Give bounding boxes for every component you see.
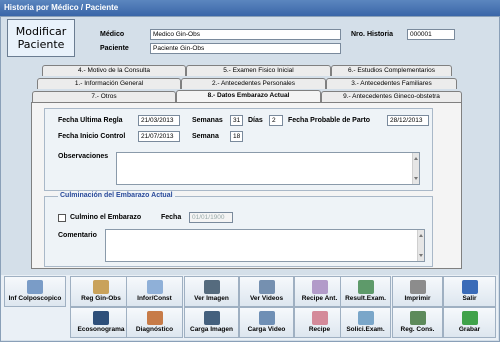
culmino-checkbox[interactable]: [58, 214, 66, 222]
bottom-toolbar: Inf Colposcopico Reg Gin-Obs Infor/Const…: [1, 275, 498, 340]
fpp-field[interactable]: 28/12/2013: [387, 115, 429, 126]
tab-otros[interactable]: 7.- Otros: [32, 91, 176, 102]
culminacion-fecha-label: Fecha: [161, 214, 182, 221]
fpp-label: Fecha Probable de Parto: [288, 117, 371, 124]
dias-label: Días: [248, 117, 263, 124]
culmino-label: Culmino el Embarazo: [70, 214, 142, 221]
tab-gineco-obstetra[interactable]: 9.- Antecedentes Gineco-obstetra: [321, 91, 462, 102]
medico-label: Médico: [100, 31, 125, 38]
reg-cons-button[interactable]: Reg. Cons.: [392, 307, 443, 338]
recipe-icon: [311, 311, 328, 325]
semanas-label: Semanas: [192, 117, 223, 124]
imprimir-button[interactable]: Imprimir: [392, 276, 443, 307]
colposcope-icon: [27, 280, 43, 294]
carga-video-button[interactable]: Carga Video: [239, 307, 294, 338]
register-icon: [93, 280, 109, 294]
ultrasound-icon: [93, 311, 109, 325]
window-title: Historia por Médico / Paciente: [0, 0, 500, 16]
inf-colposcopico-button[interactable]: Inf Colposcopico: [4, 276, 66, 307]
image-icon: [203, 280, 220, 294]
tab-estudios[interactable]: 6.- Estudios Complementarios: [331, 65, 452, 76]
tab-antecedentes-personales[interactable]: 2.- Antecedentes Personales: [181, 78, 326, 89]
consult-register-icon: [409, 311, 426, 325]
upload-image-icon: [203, 311, 220, 325]
paciente-label: Paciente: [100, 45, 129, 52]
tab-embarazo-actual[interactable]: 8.- Datos Embarazo Actual: [176, 90, 321, 102]
exam-request-icon: [357, 311, 374, 325]
prescription-icon: [311, 280, 328, 294]
diagnostico-button[interactable]: Diagnóstico: [126, 307, 183, 338]
ecosonograma-button[interactable]: Ecosonograma: [70, 307, 132, 338]
recipe-button[interactable]: Recipe: [294, 307, 345, 338]
infor-const-button[interactable]: Infor/Const: [126, 276, 183, 307]
comentario-textarea[interactable]: [105, 229, 425, 262]
comentario-scrollbar[interactable]: [417, 230, 424, 261]
diagnosis-icon: [146, 311, 163, 325]
video-icon: [258, 280, 275, 294]
printer-icon: [409, 280, 426, 294]
fur-label: Fecha Ultima Regla: [58, 117, 123, 124]
dias-field[interactable]: 2: [269, 115, 283, 126]
exit-icon: [461, 280, 478, 294]
semana-field[interactable]: 18: [230, 131, 243, 142]
semanas-field[interactable]: 31: [230, 115, 243, 126]
save-check-icon: [461, 311, 478, 325]
result-exam-button[interactable]: Result.Exam.: [340, 276, 391, 307]
observaciones-label: Observaciones: [58, 153, 109, 160]
reg-gin-obs-button[interactable]: Reg Gin-Obs: [70, 276, 132, 307]
historia-field[interactable]: 000001: [407, 29, 455, 40]
mode-label: Modificar Paciente: [7, 19, 75, 57]
medico-field[interactable]: Medico Gin-Obs: [150, 29, 341, 40]
ver-videos-button[interactable]: Ver Videos: [239, 276, 294, 307]
tab-examen-fisico[interactable]: 5.- Examen Fisico Inicial: [186, 65, 331, 76]
carga-imagen-button[interactable]: Carga Imagen: [184, 307, 239, 338]
observaciones-scrollbar[interactable]: [412, 153, 419, 184]
solici-exam-button[interactable]: Solici.Exam.: [340, 307, 391, 338]
fic-label: Fecha Inicio Control: [58, 133, 126, 140]
comentario-label: Comentario: [58, 232, 97, 239]
grabar-button[interactable]: Grabar: [443, 307, 496, 338]
results-icon: [357, 280, 374, 294]
salir-button[interactable]: Salir: [443, 276, 496, 307]
historia-label: Nro. Historia: [351, 31, 394, 38]
ver-imagen-button[interactable]: Ver Imagen: [184, 276, 239, 307]
culminacion-fecha-field[interactable]: 01/01/1900: [189, 212, 233, 223]
semana-label: Semana: [192, 133, 219, 140]
observaciones-textarea[interactable]: [116, 152, 420, 185]
fic-field[interactable]: 21/07/2013: [138, 131, 180, 142]
upload-video-icon: [258, 311, 275, 325]
tab-motivo-consulta[interactable]: 4.- Motivo de la Consulta: [42, 65, 186, 76]
tab-antecedentes-familiares[interactable]: 3.- Antecedentes Familiares: [326, 78, 457, 89]
tab-info-general[interactable]: 1.- Información General: [37, 78, 181, 89]
document-icon: [146, 280, 163, 294]
recipe-ant-button[interactable]: Recipe Ant.: [294, 276, 345, 307]
culminacion-title: Culminación del Embarazo Actual: [58, 192, 175, 199]
fur-field[interactable]: 21/03/2013: [138, 115, 180, 126]
paciente-field[interactable]: Paciente Gin-Obs: [150, 43, 341, 54]
